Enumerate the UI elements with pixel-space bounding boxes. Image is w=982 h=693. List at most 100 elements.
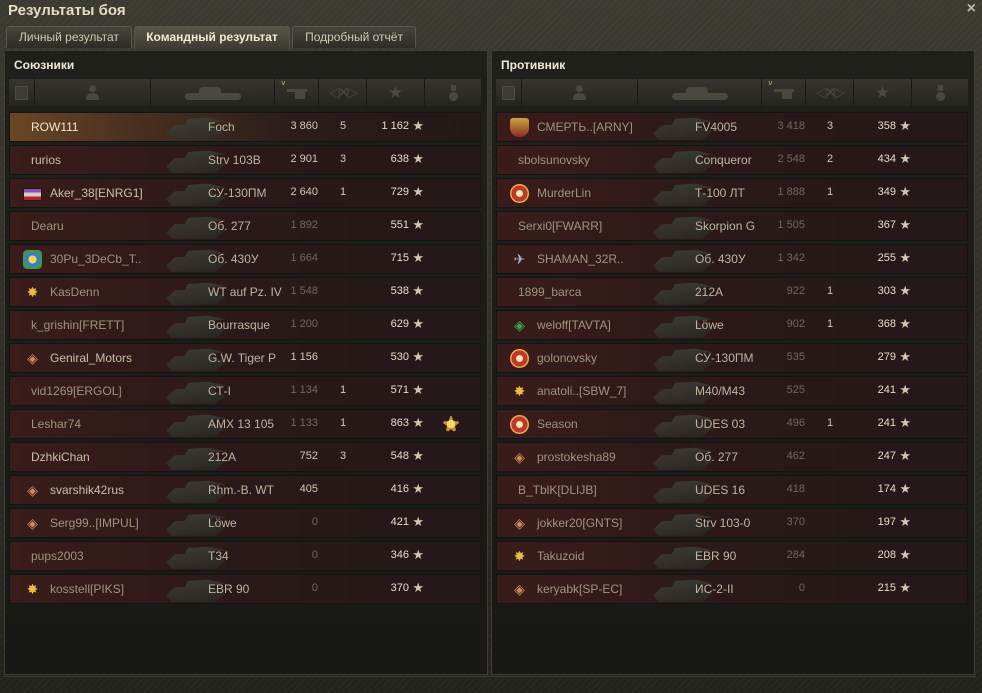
player-row[interactable]: rurios Strv 103B 2 901 3 638 ★ (9, 145, 481, 175)
experience-star-icon: ★ (412, 151, 424, 166)
player-name[interactable]: sbolsunovsky (518, 153, 590, 167)
player-name[interactable]: B_TblK[DLIJB] (518, 483, 597, 497)
experience-star-icon: ★ (899, 118, 911, 133)
medal-column-header[interactable] (425, 79, 481, 106)
player-name[interactable]: Season (537, 417, 578, 431)
player-name[interactable]: Dearu (31, 219, 64, 233)
tank-column-header[interactable] (638, 79, 762, 106)
tab-team-result[interactable]: Командный результат (134, 26, 290, 49)
player-row[interactable]: ◈ weloff[TAVTA] Löwe 902 1 368 ★ (496, 310, 968, 340)
player-row[interactable]: ✸ KasDenn WT auf Pz. IV 1 548 538 ★ (9, 277, 481, 307)
player-name[interactable]: 1899_barca (518, 285, 581, 299)
platoon-column-header[interactable] (496, 79, 522, 106)
player-name[interactable]: 30Pu_3DeCb_T.. (50, 252, 141, 266)
player-column-header[interactable] (522, 79, 638, 106)
player-row[interactable]: ✸ anatoli..[SBW_7] M40/M43 525 241 ★ (496, 376, 968, 406)
close-icon[interactable]: × (967, 0, 976, 18)
player-name[interactable]: KasDenn (50, 285, 99, 299)
experience-star-icon: ★ (899, 151, 911, 166)
player-name[interactable]: DzhkiChan (31, 450, 90, 464)
player-row[interactable]: СМЕРТЬ..[ARNY] FV4005 3 418 3 358 ★ (496, 112, 968, 142)
player-row[interactable]: k_grishin[FRETT] Bourrasque 1 200 629 ★ (9, 310, 481, 340)
player-row[interactable]: golonovsky СУ-130ПМ 535 279 ★ (496, 343, 968, 373)
player-row[interactable]: B_TblK[DLIJB] UDES 16 418 174 ★ (496, 475, 968, 505)
player-name[interactable]: Takuzoid (537, 549, 584, 563)
player-name[interactable]: k_grishin[FRETT] (31, 318, 124, 332)
player-name[interactable]: kosstell[PIKS] (50, 582, 124, 596)
player-column-header[interactable] (35, 79, 151, 106)
damage-value: 1 505 (777, 219, 805, 231)
player-icon (86, 85, 99, 100)
player-name[interactable]: ROW111 (31, 120, 79, 134)
player-name[interactable]: svarshik42rus (50, 483, 124, 497)
player-name[interactable]: MurderLin (537, 186, 591, 200)
player-name[interactable]: Serg99..[IMPUL] (50, 516, 139, 530)
player-row[interactable]: Aker_38[ENRG1] СУ-130ПМ 2 640 1 729 ★ (9, 178, 481, 208)
player-row[interactable]: ◈ keryabk[SP-EC] ИС-2-II 0 215 ★ (496, 574, 968, 604)
enemies-list: СМЕРТЬ..[ARNY] FV4005 3 418 3 358 ★ sbolsunovs… (496, 112, 968, 607)
achievement-medal-icon[interactable] (441, 414, 461, 434)
damage-column-header[interactable]: ˅ (275, 79, 319, 106)
player-row[interactable]: ✸ kosstell[PIKS] EBR 90 0 370 ★ (9, 574, 481, 604)
player-row[interactable]: Leshar74 AMX 13 105 1 133 1 863 ★ (9, 409, 481, 439)
player-row[interactable]: 30Pu_3DeCb_T.. Об. 430У 1 664 715 ★ (9, 244, 481, 274)
player-name[interactable]: СМЕРТЬ..[ARNY] (537, 120, 633, 134)
player-row[interactable]: ◈ prostokesha89 Об. 277 462 247 ★ (496, 442, 968, 472)
damage-column-header[interactable]: ˅ (762, 79, 806, 106)
player-name[interactable]: Serxi0[FWARR] (518, 219, 602, 233)
experience-column-header[interactable]: ★ (854, 79, 912, 106)
player-name[interactable]: Leshar74 (31, 417, 81, 431)
player-row[interactable]: vid1269[ERGOL] СТ-I 1 134 1 571 ★ (9, 376, 481, 406)
platoon-column-header[interactable] (9, 79, 35, 106)
tab-detailed-report[interactable]: Подробный отчёт (292, 26, 416, 48)
tank-name: AMX 13 105 (208, 417, 275, 431)
player-row[interactable]: ROW111 Foch 3 860 5 1 162 ★ (9, 112, 481, 142)
player-name[interactable]: keryabk[SP-EC] (537, 582, 622, 596)
player-row[interactable]: ◈ Geniral_Motors G.W. Tiger P 1 156 530 ★ (9, 343, 481, 373)
player-row[interactable]: pups2003 T34 0 346 ★ (9, 541, 481, 571)
kills-value: 1 (827, 318, 834, 330)
kills-column-header[interactable]: ◁✕▷ (806, 79, 854, 106)
player-name[interactable]: vid1269[ERGOL] (31, 384, 122, 398)
player-row[interactable]: sbolsunovsky Conqueror 2 548 2 434 ★ (496, 145, 968, 175)
player-name[interactable]: golonovsky (537, 351, 597, 365)
player-row[interactable]: Dearu Об. 277 1 892 551 ★ (9, 211, 481, 241)
player-row[interactable]: ✈ SHAMAN_32R.. Об. 430У 1 342 255 ★ (496, 244, 968, 274)
tank-column-header[interactable] (151, 79, 275, 106)
player-name[interactable]: SHAMAN_32R.. (537, 252, 624, 266)
player-name[interactable]: prostokesha89 (537, 450, 616, 464)
kills-value: 1 (340, 384, 347, 396)
damage-value: 0 (311, 516, 318, 528)
player-row[interactable]: MurderLin Т-100 ЛТ 1 888 1 349 ★ (496, 178, 968, 208)
tab-personal-result[interactable]: Личный результат (6, 26, 132, 48)
kills-value: 1 (340, 417, 347, 429)
player-row[interactable]: 1899_barca 212A 922 1 303 ★ (496, 277, 968, 307)
kills-column-header[interactable]: ◁✕▷ (319, 79, 367, 106)
player-name[interactable]: anatoli..[SBW_7] (537, 384, 626, 398)
player-row[interactable]: ◈ Serg99..[IMPUL] Löwe 0 421 ★ (9, 508, 481, 538)
player-name[interactable]: jokker20[GNTS] (537, 516, 622, 530)
player-row[interactable]: DzhkiChan 212A 752 3 548 ★ (9, 442, 481, 472)
player-name[interactable]: rurios (31, 153, 61, 167)
player-icon (573, 85, 586, 100)
player-row[interactable]: ◈ jokker20[GNTS] Strv 103-0 370 197 ★ (496, 508, 968, 538)
experience-column-header[interactable]: ★ (367, 79, 425, 106)
enemies-panel: Противник ˅ ◁✕▷ ★ СМЕРТЬ..[ARNY] FV4005 3 … (491, 50, 975, 675)
player-name[interactable]: weloff[TAVTA] (537, 318, 611, 332)
round-badge-icon (510, 415, 529, 434)
player-row[interactable]: Serxi0[FWARR] Skorpion G 1 505 367 ★ (496, 211, 968, 241)
experience-value: 367 (877, 219, 896, 231)
experience-star-icon: ★ (387, 83, 404, 102)
player-name[interactable]: Aker_38[ENRG1] (50, 186, 143, 200)
player-name[interactable]: pups2003 (31, 549, 84, 563)
damage-value: 1 133 (290, 417, 318, 429)
medal-column-header[interactable] (912, 79, 968, 106)
damage-value: 0 (798, 582, 805, 594)
player-row[interactable]: Season UDES 03 496 1 241 ★ (496, 409, 968, 439)
tank-name: Т-100 ЛТ (695, 186, 745, 200)
player-row[interactable]: ◈ svarshik42rus Rhm.-B. WT 405 416 ★ (9, 475, 481, 505)
player-name[interactable]: Geniral_Motors (50, 351, 132, 365)
tank-name: ИС-2-II (695, 582, 734, 596)
player-row[interactable]: ✸ Takuzoid EBR 90 284 208 ★ (496, 541, 968, 571)
kills-icon: ◁✕▷ (815, 84, 845, 100)
